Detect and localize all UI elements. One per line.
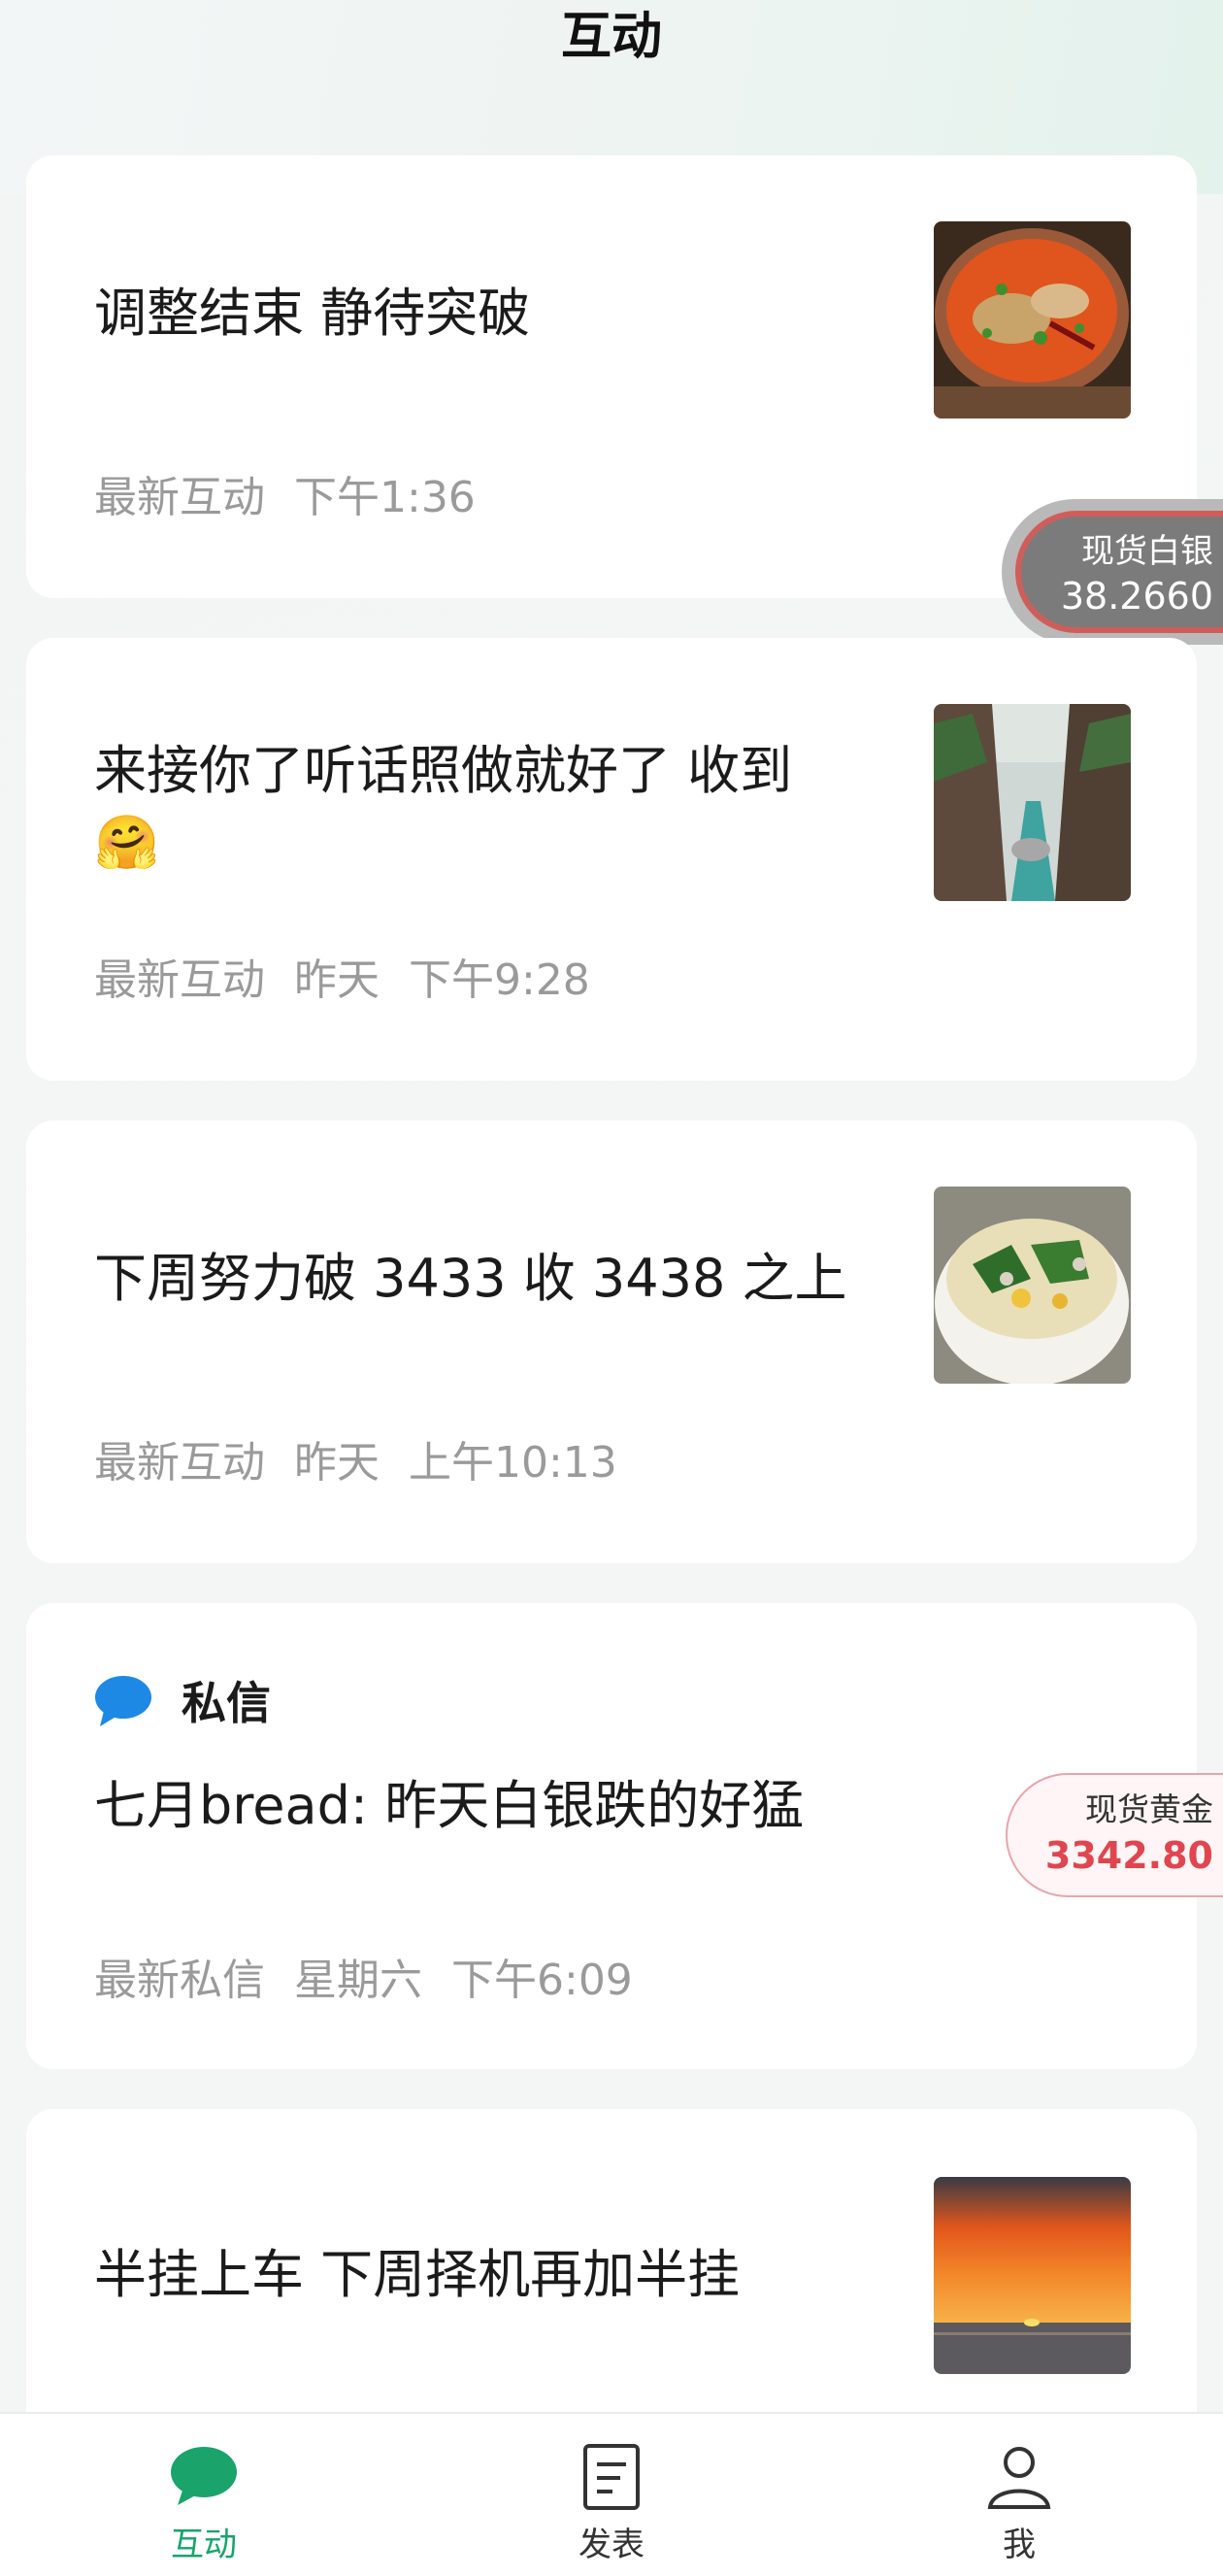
badge-name: 现货黄金: [1085, 1790, 1213, 1828]
tab-label: 互动: [171, 2526, 237, 2564]
meta-time: 下午1:36: [294, 473, 476, 522]
meta-time: 上午10:13: [409, 1438, 617, 1488]
silver-price-badge[interactable]: 现货白银 38.2660: [1002, 499, 1223, 645]
card-title: 下周努力破 3433 收 3438 之上: [94, 1248, 847, 1309]
card-title: 调整结束 静待突破: [94, 283, 531, 344]
dm-header: 私信: [94, 1671, 271, 1729]
badge-price: 3342.80: [1044, 1834, 1213, 1877]
speech-bubble-icon: [95, 1676, 151, 1726]
tab-label: 我: [1003, 2526, 1036, 2564]
tab-me[interactable]: 我: [874, 2414, 1165, 2576]
meta-day: 昨天: [294, 1438, 380, 1488]
gold-price-badge[interactable]: 现货黄金 3342.80: [1006, 1773, 1223, 1897]
card-title: 来接你了听话照做就好了 收到 🤗: [94, 735, 792, 879]
meta-time: 下午9:28: [409, 955, 590, 1005]
interaction-card[interactable]: 下周努力破 3433 收 3438 之上 最新互动 昨天 上午10:13: [26, 1121, 1197, 1563]
badge-name: 现货白银: [1081, 532, 1213, 571]
person-icon: [987, 2447, 1051, 2509]
document-icon: [583, 2444, 640, 2510]
meta-time: 下午6:09: [451, 1956, 633, 2005]
meta-day: 昨天: [294, 955, 380, 1005]
vegetable-soup-photo[interactable]: [934, 1187, 1131, 1384]
meta-label: 最新互动: [94, 955, 265, 1005]
sunset-sea-photo[interactable]: [934, 2177, 1131, 2374]
card-title: 七月bread: 昨天白银跌的好猛: [94, 1775, 805, 1836]
badge-price: 38.2660: [1060, 575, 1213, 618]
meta-label: 最新互动: [94, 473, 265, 522]
meta-label: 最新私信: [94, 1956, 265, 2005]
tab-label: 发表: [578, 2526, 645, 2564]
card-title-line: 来接你了听话照做就好了 收到: [94, 740, 793, 801]
meta-label: 最新互动: [94, 1438, 265, 1488]
meta-day: 星期六: [294, 1956, 422, 2005]
card-meta: 最新互动 下午1:36: [94, 462, 476, 524]
chat-bubble-icon: [171, 2447, 237, 2505]
tab-publish[interactable]: 发表: [466, 2414, 757, 2576]
interaction-card[interactable]: 来接你了听话照做就好了 收到 🤗 最新互动 昨天 下午9:28: [26, 638, 1197, 1081]
card-meta: 最新私信 星期六 下午6:09: [94, 1945, 633, 2007]
card-meta: 最新互动 昨天 上午10:13: [94, 1427, 617, 1489]
canyon-river-photo[interactable]: [934, 704, 1131, 901]
dm-label: 私信: [182, 1677, 271, 1729]
spicy-soup-photo[interactable]: [934, 221, 1131, 418]
card-title: 半挂上车 下周择机再加半挂: [94, 2244, 741, 2305]
bottom-tab-bar: 互动 发表 我: [0, 2412, 1223, 2576]
tab-interaction[interactable]: 互动: [58, 2414, 349, 2576]
card-meta: 最新互动 昨天 下午9:28: [94, 945, 590, 1007]
hug-emoji-icon: 🤗: [94, 812, 160, 873]
page-title: 互动: [560, 8, 662, 66]
